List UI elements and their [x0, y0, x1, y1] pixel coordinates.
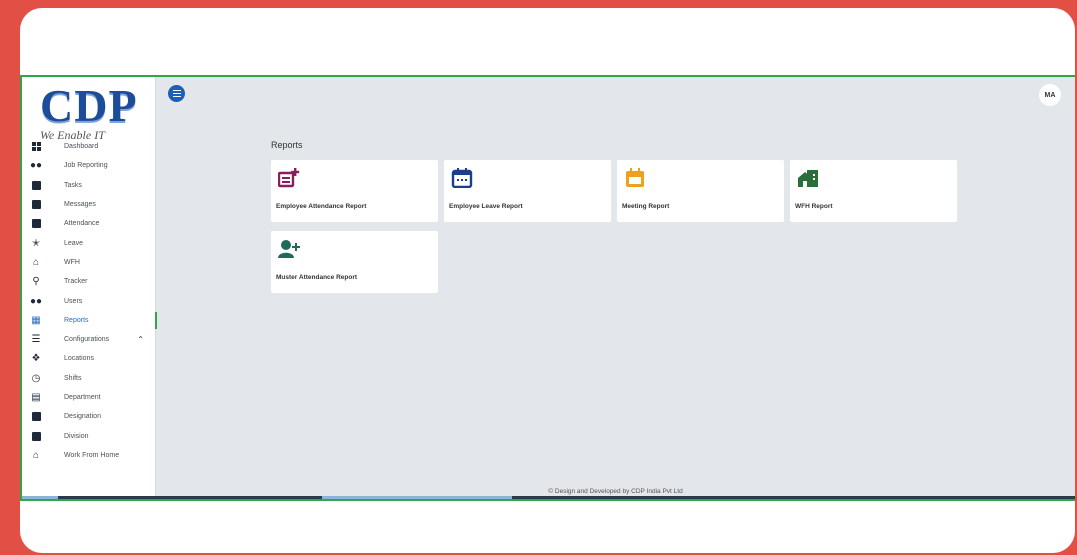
- sidebar-item-messages[interactable]: Messages: [22, 195, 156, 214]
- sidebar-item-label: Job Reporting: [64, 162, 108, 170]
- person-add-icon: [278, 240, 300, 258]
- sidebar-item-work-from-home[interactable]: ⌂ Work From Home: [22, 446, 156, 465]
- location-pin-icon: ⚲: [32, 276, 40, 288]
- sidebar-item-label: Messages: [64, 201, 96, 209]
- home-icon: ⌂: [32, 449, 40, 461]
- sidebar-item-configurations[interactable]: ☰ Configurations ⌃: [22, 330, 156, 349]
- sidebar-item-label: Users: [64, 297, 83, 305]
- sidebar-item-label: Department: [64, 394, 101, 401]
- sidebar-item-label: WFH: [64, 258, 80, 266]
- bottom-bar: [22, 496, 1075, 499]
- sidebar-item-locations[interactable]: ❖ Locations: [22, 349, 156, 368]
- sidebar-item-label: Dashboard: [64, 143, 99, 151]
- sidebar: CDP We Enable IT Dashboard ●● Job Report…: [22, 77, 157, 499]
- sidebar-item-wfh[interactable]: ⌂ WFH: [22, 253, 156, 272]
- department-icon: ▤: [31, 392, 41, 403]
- message-icon: [30, 199, 42, 211]
- sidebar-item-shifts[interactable]: ◷ Shifts: [22, 369, 156, 388]
- report-card-muster-attendance[interactable]: Muster Attendance Report: [271, 231, 438, 293]
- sidebar-item-users[interactable]: ●● Users: [22, 291, 156, 310]
- walk-icon: ✭: [31, 237, 41, 249]
- report-label: Muster Attendance Report: [276, 274, 358, 281]
- sidebar-nav: Dashboard ●● Job Reporting Tasks Message…: [22, 137, 157, 465]
- designation-icon: [30, 411, 42, 423]
- sidebar-item-label: Leave: [64, 239, 84, 247]
- report-label: Meeting Report: [622, 203, 670, 210]
- report-label: WFH Report: [795, 203, 833, 210]
- config-icon: ☰: [31, 334, 41, 346]
- report-label: Employee Attendance Report: [276, 203, 367, 210]
- sidebar-item-label: Tasks: [64, 181, 82, 189]
- sidebar-item-label: Locations: [64, 355, 94, 363]
- clock-icon: ◷: [31, 372, 41, 384]
- division-icon: [30, 430, 42, 442]
- group-icon: ●●: [29, 160, 43, 172]
- calendar-icon: [451, 168, 473, 188]
- footer-text: © Design and Developed by CDP India Pvt …: [548, 488, 683, 495]
- report-card-employee-leave[interactable]: Employee Leave Report: [444, 160, 611, 222]
- report-card-meeting[interactable]: Meeting Report: [617, 160, 784, 222]
- home-icon: ⌂: [32, 256, 40, 268]
- report-card-employee-attendance[interactable]: Employee Attendance Report: [271, 160, 438, 222]
- report-label: Employee Leave Report: [449, 203, 523, 210]
- event-icon: [626, 168, 644, 187]
- attendance-icon: [30, 218, 42, 230]
- sidebar-item-division[interactable]: Division: [22, 426, 156, 445]
- sidebar-item-reports[interactable]: ▦ Reports: [22, 311, 157, 330]
- sidebar-item-tasks[interactable]: Tasks: [22, 176, 156, 195]
- chevron-up-icon[interactable]: ⌃: [137, 335, 144, 344]
- sidebar-item-label: Attendance: [64, 220, 100, 228]
- sidebar-item-label: Work From Home: [64, 451, 120, 459]
- sidebar-item-label: Division: [64, 432, 89, 440]
- sidebar-item-label: Tracker: [64, 278, 88, 286]
- user-avatar[interactable]: MA: [1039, 84, 1061, 106]
- app-screenshot: CDP We Enable IT Dashboard ●● Job Report…: [20, 75, 1075, 501]
- map-icon: ❖: [31, 353, 41, 365]
- hamburger-icon: [172, 92, 181, 95]
- sidebar-item-label: Designation: [64, 413, 101, 421]
- menu-toggle-button[interactable]: [168, 85, 185, 102]
- dashboard-icon: [30, 141, 42, 153]
- company-logo[interactable]: CDP We Enable IT: [34, 83, 154, 145]
- sidebar-item-department[interactable]: ▤ Department: [22, 388, 156, 407]
- sidebar-item-label: Shifts: [64, 374, 82, 382]
- report-card-wfh[interactable]: WFH Report: [790, 160, 957, 222]
- sidebar-item-label: Configurations: [64, 336, 110, 344]
- sidebar-item-leave[interactable]: ✭ Leave: [22, 233, 156, 252]
- slide-card: CDP We Enable IT Dashboard ●● Job Report…: [20, 8, 1075, 553]
- page-title: Reports: [271, 140, 303, 150]
- sidebar-item-tracker[interactable]: ⚲ Tracker: [22, 272, 156, 291]
- task-icon: [30, 179, 42, 191]
- report-icon: ▦: [31, 314, 41, 326]
- home-work-icon: [798, 170, 818, 187]
- users-icon: ●●: [29, 295, 43, 307]
- sidebar-item-attendance[interactable]: Attendance: [22, 214, 156, 233]
- add-note-icon: [278, 168, 300, 188]
- sidebar-item-label: Reports: [64, 316, 89, 324]
- sidebar-item-dashboard[interactable]: Dashboard: [22, 137, 156, 156]
- sidebar-item-designation[interactable]: Designation: [22, 407, 156, 426]
- logo-text: CDP: [40, 80, 138, 131]
- sidebar-item-job-reporting[interactable]: ●● Job Reporting: [22, 156, 156, 175]
